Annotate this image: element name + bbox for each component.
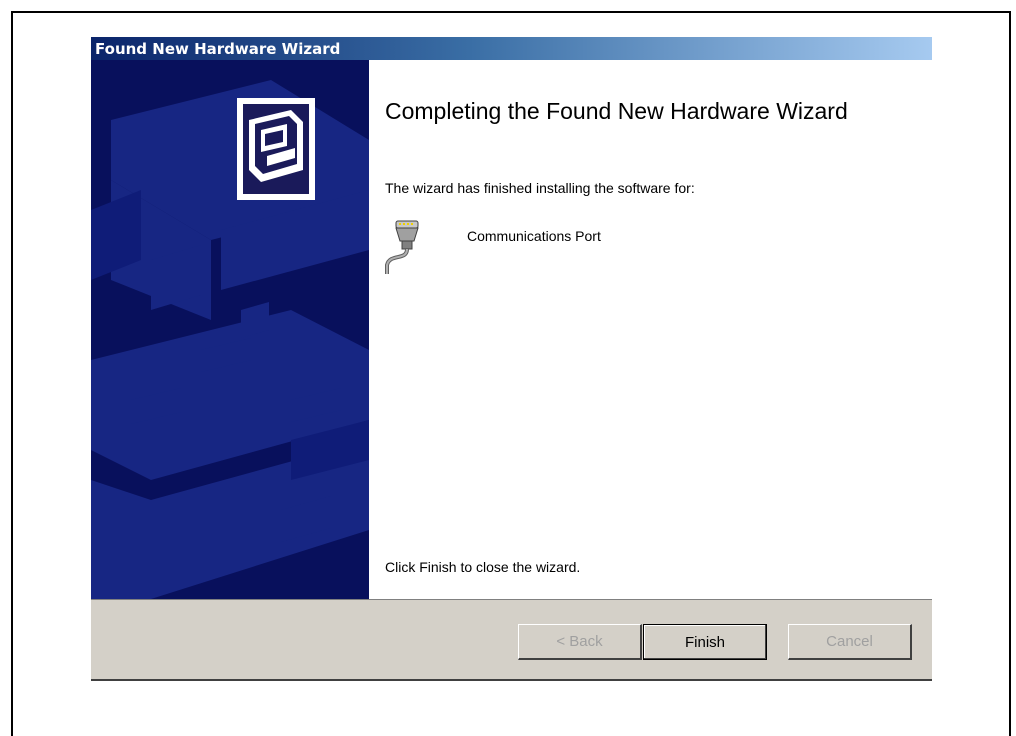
page-title: Completing the Found New Hardware Wizard [385,98,848,124]
cancel-button[interactable]: Cancel [788,624,912,660]
window-title: Found New Hardware Wizard [95,40,341,58]
wizard-content: Completing the Found New Hardware Wizard… [369,60,932,599]
back-button[interactable]: < Back [518,624,642,660]
title-bar[interactable]: Found New Hardware Wizard [91,37,932,60]
intro-text: The wizard has finished installing the s… [385,180,695,196]
serial-port-icon [385,220,419,274]
hardware-icon [237,98,315,200]
wizard-dialog: Found New Hardware Wizard Completing the… [91,37,932,681]
finish-button[interactable]: Finish [643,624,767,660]
finish-instruction: Click Finish to close the wizard. [385,559,581,575]
device-name: Communications Port [467,228,601,244]
bottom-border [91,679,932,681]
button-bar: < Back Finish Cancel [91,599,932,681]
wizard-sidebar-graphic [91,60,369,599]
hardware-watermark-graphic [91,80,369,599]
